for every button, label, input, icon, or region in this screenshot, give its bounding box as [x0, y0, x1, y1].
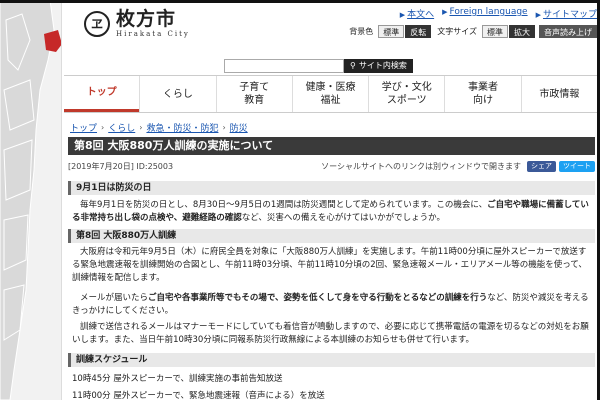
site-logo[interactable]: ヱ 枚方市 Hirakata City: [84, 9, 190, 38]
nav-kenko[interactable]: 健康・医療 福祉: [291, 76, 368, 112]
breadcrumb-kurashi[interactable]: くらし: [108, 121, 135, 134]
search-icon: ⚲: [350, 61, 356, 70]
nav-kurashi[interactable]: くらし: [139, 76, 215, 112]
utility-links: ▶ 本文へ ▶ Foreign language ▶ サイトマップ: [400, 7, 597, 20]
breadcrumb-top[interactable]: トップ: [70, 121, 97, 134]
section1-text-a: 毎年9月1日を防災の日とし、8月30日～9月5日の1週間は防災週間として定められ…: [80, 200, 488, 210]
bg-color-label: 背景色: [349, 27, 374, 36]
arrow-right-icon: ▶: [535, 11, 541, 19]
chevron-right-icon: ›: [101, 123, 105, 132]
facebook-share-button[interactable]: シェア: [527, 160, 556, 172]
nav-top[interactable]: トップ: [64, 76, 140, 112]
link-foreign-language[interactable]: Foreign language: [450, 7, 528, 17]
main-content: ヱ 枚方市 Hirakata City ▶ 本文へ ▶ Foreign langua…: [64, 3, 597, 400]
site-search: ⚲ サイト内検索: [224, 59, 413, 73]
schedule-line: 11時00分 屋外スピーカーで、緊急地震速報（音声による）を放送: [72, 391, 325, 400]
nav-shisei[interactable]: 市政情報: [520, 76, 597, 112]
chevron-right-icon: ›: [222, 123, 226, 132]
font-size-label: 文字サイズ: [437, 27, 477, 36]
external-link-note: ソーシャルサイトへのリンクは別ウィンドウで開きます: [321, 161, 521, 171]
city-name-romaji: Hirakata City: [116, 30, 190, 38]
font-large-button[interactable]: 拡大: [509, 25, 535, 38]
font-standard-button[interactable]: 標準: [482, 25, 508, 38]
section1-paragraph: 毎年9月1日を防災の日とし、8月30日～9月5日の1週間は防災週間として定められ…: [72, 199, 592, 225]
section2-text-a: メールが届いたら: [80, 293, 149, 303]
section1-text-b: など、災害への備えを心がけてはいかがでしょうか。: [241, 213, 445, 223]
nav-manabi[interactable]: 学び・文化 スポーツ: [368, 76, 444, 112]
osaka-map-strip: [0, 0, 62, 400]
voice-readout-button[interactable]: 音声読み上げ: [539, 25, 597, 38]
section2-paragraph-3: 訓練で送信されるメールはマナーモードにしていても着信音が鳴動しますので、必要に応…: [72, 322, 589, 345]
bg-standard-button[interactable]: 標準: [378, 25, 405, 38]
arrow-right-icon: ▶: [399, 11, 406, 19]
search-button[interactable]: ⚲ サイト内検索: [344, 59, 413, 73]
page-title: 第8回 大阪880万人訓練の実施について: [68, 137, 595, 155]
link-skip-to-content[interactable]: 本文へ: [407, 10, 434, 20]
city-emblem-icon: ヱ: [84, 10, 110, 37]
section-heading-drill: 第8回 大阪880万人訓練: [68, 229, 595, 243]
link-sitemap[interactable]: サイトマップ: [543, 10, 597, 20]
page-meta: [2019年7月20日] ID:25003 ソーシャルサイトへのリンクは別ウィン…: [68, 159, 595, 173]
accessibility-controls: 背景色 標準 反転 文字サイズ 標準 拡大 音声読み上げ: [343, 25, 597, 38]
section-heading-bousai-day: 9月1日は防災の日: [68, 181, 595, 195]
tweet-button[interactable]: ツイート: [559, 160, 595, 172]
breadcrumb: トップ › くらし › 救急・防災・防犯 › 防災: [70, 121, 248, 134]
global-nav: トップ くらし 子育て 教育 健康・医療 福祉 学び・文化 スポーツ 事業者 向…: [64, 75, 597, 113]
bg-inverted-button[interactable]: 反転: [405, 25, 432, 38]
schedule-line: 10時45分 屋外スピーカーで、訓練実施の事前告知放送: [72, 374, 283, 384]
chevron-right-icon: ›: [139, 123, 143, 132]
nav-kosodate[interactable]: 子育て 教育: [215, 76, 292, 112]
breadcrumb-emergency[interactable]: 救急・防災・防犯: [146, 121, 218, 134]
nav-jigyosha[interactable]: 事業者 向け: [444, 76, 520, 112]
section2-paragraph-1: 大阪府は令和元年9月5日（木）に府民全員を対象に「大阪880万人訓練」を実施しま…: [72, 247, 587, 283]
publish-date-id: [2019年7月20日] ID:25003: [68, 161, 174, 171]
section2-text-bold: ご自宅や各事業所等でもその場で、姿勢を低くして身を守る行動をとるなどの訓練を行う: [148, 293, 488, 303]
section2-paragraph-2: メールが届いたらご自宅や各事業所等でもその場で、姿勢を低くして身を守る行動をとる…: [72, 292, 592, 318]
search-input[interactable]: [224, 59, 344, 73]
search-button-label: サイト内検索: [358, 61, 407, 70]
section-heading-schedule: 訓練スケジュール: [68, 353, 595, 367]
hirakata-highlight: [44, 30, 61, 52]
breadcrumb-bousai[interactable]: 防災: [230, 121, 248, 134]
arrow-right-icon: ▶: [442, 8, 448, 16]
city-name: 枚方市: [116, 8, 177, 30]
